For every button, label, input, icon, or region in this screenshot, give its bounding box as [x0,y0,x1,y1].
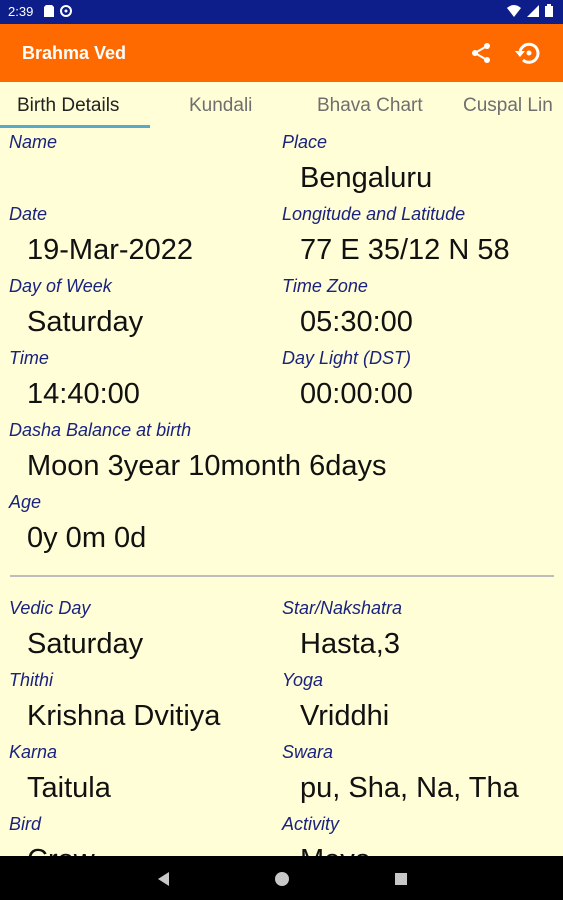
battery-icon [545,4,553,17]
section-divider [10,575,554,577]
tab-bar: Birth Details Kundali Bhava Chart Cuspal… [0,82,563,128]
home-icon [275,872,289,886]
day-of-week-value: Saturday [27,306,144,338]
restore-icon [515,42,540,64]
yoga-value: Vriddhi [300,700,390,732]
time-zone-label: Time Zone [282,276,368,296]
home-button[interactable] [271,868,293,890]
app-title: Brahma Ved [22,43,127,63]
lonlat-label: Longitude and Latitude [282,204,466,224]
wifi-icon [507,4,521,17]
date-label: Date [9,204,48,224]
storage-icon [44,5,54,17]
vedic-day-label: Vedic Day [9,598,91,618]
recents-icon [395,873,407,885]
tab-kundali[interactable]: Kundali [189,95,252,117]
age-label: Age [9,492,42,512]
share-icon [472,43,490,63]
karna-label: Karna [9,742,58,762]
time-zone-value: 05:30:00 [300,306,413,338]
dst-value: 00:00:00 [300,378,413,410]
place-label: Place [282,132,328,152]
time-value: 14:40:00 [27,378,140,410]
tab-bhava-chart[interactable]: Bhava Chart [317,95,423,117]
status-time: 2:39 [8,4,34,19]
dasha-balance-label: Dasha Balance at birth [9,420,192,440]
recents-button[interactable] [390,868,412,890]
birth-details-panel: Name Place Bengaluru Date 19-Mar-2022 Lo… [0,128,563,856]
bird-value: Crow [27,844,95,856]
place-value: Bengaluru [300,162,433,194]
restore-button[interactable] [513,38,543,68]
status-bar: 2:39 [0,0,563,24]
system-nav-bar [0,856,563,900]
status-system-icons [507,4,553,17]
app-bar: Brahma Ved [0,24,563,82]
signal-icon [527,4,539,17]
name-label: Name [9,132,58,152]
time-label: Time [9,348,49,368]
thithi-value: Krishna Dvitiya [27,700,221,732]
sync-icon [60,5,72,17]
day-of-week-label: Day of Week [9,276,112,296]
vedic-day-value: Saturday [27,628,144,660]
swara-label: Swara [282,742,334,762]
age-value: 0y 0m 0d [27,522,147,554]
back-icon [158,872,169,886]
activity-value: Meya [300,844,371,856]
karna-value: Taitula [27,772,111,804]
bird-label: Bird [9,814,42,834]
lonlat-value: 77 E 35/12 N 58 [300,234,510,266]
tab-birth-details[interactable]: Birth Details [17,95,119,117]
activity-label: Activity [282,814,340,834]
tab-cuspal-lin[interactable]: Cuspal Lin [463,95,553,117]
share-button[interactable] [466,38,496,68]
swara-value: pu, Sha, Na, Tha [300,772,519,804]
dasha-balance-value: Moon 3year 10month 6days [27,450,387,482]
dst-label: Day Light (DST) [282,348,412,368]
status-notification-icons [44,5,72,17]
date-value: 19-Mar-2022 [27,234,194,266]
star-nakshatra-label: Star/Nakshatra [282,598,403,618]
star-nakshatra-value: Hasta,3 [300,628,400,660]
thithi-label: Thithi [9,670,54,690]
yoga-label: Yoga [282,670,324,690]
back-button[interactable] [152,868,174,890]
